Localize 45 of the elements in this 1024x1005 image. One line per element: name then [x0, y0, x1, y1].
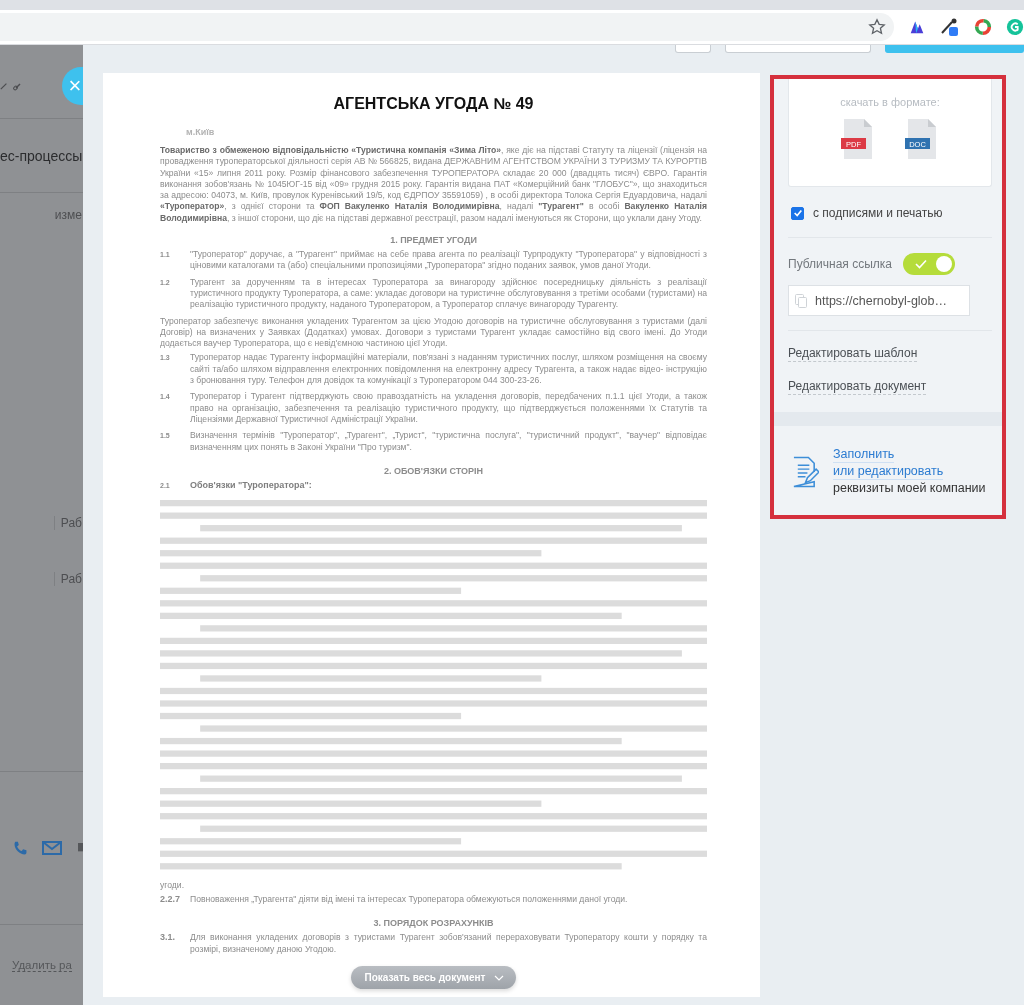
- edit-link[interactable]: Редактировать шаблон: [788, 346, 918, 362]
- document-paragraph: Туроператор надає Турагенту інформаційні матеріали, пов'язані з наданням туристичних послуг, шляхом розміщення на своєму сайті та/або шляхом відправлення електронних повідомлення на електронну адресу Турагента, а також надає відео- інструкцію з бронювання туру. Телефон для довідок та комунікації з Туроператором 044 300-23-26.: [190, 352, 707, 387]
- clause-heading: Обов'язки "Туроператора":: [190, 479, 312, 492]
- table-cell: Раб: [53, 572, 82, 586]
- section-heading: 1. ПРЕДМЕТ УГОДИ: [389, 235, 478, 246]
- table-cell: Раб: [53, 516, 82, 530]
- column-header: изме: [54, 208, 82, 222]
- eyedropper-icon[interactable]: [940, 17, 960, 37]
- section-heading: 3. ПОРЯДОК РОЗРАХУНКІВ: [372, 918, 495, 929]
- document-paragraph: "Туроператор" доручає, а "Турагент" приймає на себе права агента по реалізації Турпродукту "Туроператора" у відповідності з ціновими каталогами та (або) спеціальними пропозиціями „Туроператора" згідно поданих заявок, умов даної Угоди.: [190, 249, 707, 272]
- star-icon[interactable]: [868, 18, 886, 36]
- document-paragraph: Товариство з обмеженою відповідальністю «Туристична компанія «Зима Літо», яке діє на підставі Статуту та ліцензії (ліцензія на провадження туроператорської діяльності серія АВ № 566825, видана ДЕРЖАВНИМ АГЕНТСТВОМ УКРАЇНИ З ТУРИЗМУ ТА КУРОРТІВ України «15» липня 2011 року. Розмір фінансового забезпечення ТУРОПЕРАТОРА складає 20 000 (двадцять тисяч) ЄВРО. Гарантія виконання зобов'язань № 1045ЮГ-15 від «09» грудня 2015 року. Гарантія видана ПАТ «Комерційний банк "ГЛОБУС"», що знаходиться за адресою: 04073, м. Київ, провулок Куренівський 19/5, код ЄДРПОУ 35591059) , в особі директора Толока Сергія Едуардовича, надалі «Туроператор», з однієї сторони та ФОП Вакуленко Наталія Володимирівна, надалі "Турагент" в особі Вакуленко Наталія Володимирівна, з іншої сторони, що діє на підставі державної реєстрації, разом надалі іменуються як Сторони, що уклали дану Угоду.: [160, 145, 707, 225]
- document-paragraph: Туроператор і Турагент підтверджують свою правоздатність на укладення договорів, передбачених п.1.1 цієї Угоди, а також право на організацію, забезпечення та реалізацію туристичного продукту, що підтверджується положеннями їх Статутів та Ліцензіями Державної Туристичної Адміністрації України.: [190, 391, 707, 426]
- document-city: м.Київ: [186, 127, 216, 137]
- check-icon: [915, 259, 927, 269]
- color-wheel-icon[interactable]: [974, 18, 992, 36]
- download-label: скачать в формате:: [840, 96, 940, 108]
- document-paragraph: угоди.: [160, 879, 186, 892]
- clause-number: 3.1.: [160, 932, 176, 945]
- document-paragraph: Повноваження „Турагента" діяти від імені та інтересах Туроператора обмежуються положеннями даної угоди.: [190, 894, 629, 906]
- company-link[interactable]: или редактировать: [833, 463, 944, 480]
- checkbox[interactable]: [791, 206, 804, 220]
- edit-link[interactable]: Редактировать документ: [788, 379, 927, 395]
- grammar-icon[interactable]: [1006, 18, 1024, 36]
- document-paragraph: Туроператор забезпечує виконання укладених Турагентом за цією Угодою договорів на туристичне обслуговування з туристами (далі Договір) на визначених у Заявках (Додатках) умовах. Договори з туристами Турагент укладає самостійно від свого імені. До Угоди додається ваучер Туроператора, що є невід'ємною частиною цієї Угоди.: [160, 315, 707, 350]
- clause-number: 2.2.7: [160, 894, 182, 906]
- phone-icon: [12, 839, 29, 857]
- document-paragraph: Для виконання укладених договорів з туристами Турагент зобов'язаний перераховувати Туроператору кошти у порядку та розмірі, визначеному даною Угодою.: [190, 932, 707, 955]
- mail-icon: [42, 841, 62, 855]
- public-link-label: Публичная ссылка: [788, 257, 892, 271]
- section-title: ес-процессы: [0, 147, 83, 164]
- delete-link[interactable]: Удалить ра: [12, 958, 72, 972]
- document-title: АГЕНТСЬКА УГОДА № 49: [332, 95, 535, 113]
- checkbox-label: с подписями и печатью: [813, 206, 943, 220]
- company-caption: реквизиты моей компании: [833, 480, 986, 497]
- copy-icon[interactable]: [795, 293, 807, 308]
- document-paragraph: Турагент за дорученням та в інтересах Туроператора за винагороду здійснює посередницьку діяльність з реалізації туристичного продукту Туроператора, а саме: укладає договори на туристичне обслуговування з третіми особами (туристами) на реалізацію туристичного продукту, наданого Туроператором, а Туроператор сплачує винагороду Турагенту.: [190, 276, 707, 311]
- section-heading: 2. ОБОВ'ЯЗКИ СТОРІН: [382, 465, 485, 476]
- document-edit-icon: [792, 455, 819, 488]
- document-paragraph: Визначення термінів "Туроператор", „Турагент", „Турист", "туристична послуга", "туристичний продукт", "ваучер" відповідає визначенням цих понять в Законі України "Про туризм".: [190, 430, 707, 453]
- url-field[interactable]: https://chernobyl-glob…: [788, 285, 970, 316]
- chevron-down-icon: [494, 974, 505, 981]
- company-link[interactable]: Заполнить: [833, 446, 895, 463]
- link-icon: [13, 80, 23, 91]
- toggle-switch[interactable]: [903, 253, 955, 275]
